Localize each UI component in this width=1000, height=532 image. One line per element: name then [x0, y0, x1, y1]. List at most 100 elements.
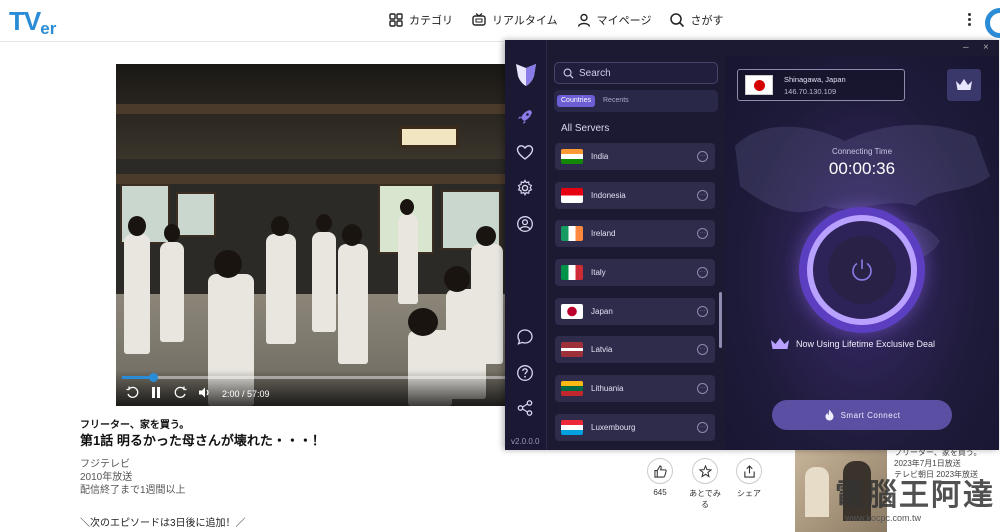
- server-item-lithuania[interactable]: Lithuania ···: [555, 375, 715, 402]
- video-scene-person: [124, 234, 150, 354]
- series-title[interactable]: フリーター、家を買う。: [80, 416, 189, 431]
- server-name: Luxembourg: [591, 423, 636, 432]
- minimize-icon[interactable]: –: [963, 42, 969, 53]
- account-icon[interactable]: [516, 215, 534, 233]
- nav-realtime[interactable]: リアルタイム: [471, 12, 558, 28]
- recommended-line: 2023年7月1日放送: [894, 459, 961, 468]
- video-scene-head: [271, 216, 289, 236]
- app-version: v2.0.0.0: [511, 437, 540, 446]
- server-name: India: [591, 152, 609, 161]
- video-scene-head: [444, 266, 470, 292]
- playback-time: 2:00 / 57:09: [222, 389, 270, 399]
- heart-icon[interactable]: [516, 144, 534, 162]
- more-options-icon[interactable]: ···: [697, 383, 708, 394]
- like-button[interactable]: 645: [643, 458, 677, 497]
- server-search[interactable]: [554, 62, 718, 84]
- server-item-japan[interactable]: Japan ···: [555, 298, 715, 325]
- close-icon[interactable]: ×: [983, 42, 989, 53]
- video-scene-head: [342, 224, 362, 246]
- smart-connect-label: Smart Connect: [840, 410, 901, 420]
- nav-mypage[interactable]: マイページ: [576, 12, 652, 28]
- search-input[interactable]: [579, 66, 709, 81]
- more-options-icon[interactable]: ···: [697, 190, 708, 201]
- nav-category-label: カテゴリ: [409, 15, 453, 27]
- more-menu-icon[interactable]: [965, 12, 973, 30]
- server-item-luxembourg[interactable]: Luxembourg ···: [555, 414, 715, 441]
- search-icon: [670, 13, 685, 28]
- share-icon: [743, 464, 755, 478]
- more-options-icon[interactable]: ···: [697, 344, 708, 355]
- server-name: Lithuania: [591, 384, 624, 393]
- more-options-icon[interactable]: ···: [697, 306, 708, 317]
- japan-flag-icon: [745, 75, 773, 95]
- seek-bar-handle[interactable]: [148, 373, 158, 382]
- power-icon: [852, 259, 872, 281]
- premium-button[interactable]: [947, 69, 981, 101]
- rewind-10-icon[interactable]: [126, 386, 139, 402]
- forward-10-icon[interactable]: [174, 386, 187, 402]
- video-scene-head: [476, 226, 496, 246]
- nav-search-label: さがす: [690, 15, 724, 27]
- smart-connect-button[interactable]: Smart Connect: [772, 400, 952, 430]
- more-options-icon[interactable]: ···: [697, 422, 708, 433]
- video-scene-person: [266, 234, 296, 344]
- indonesia-flag-icon: [561, 188, 583, 203]
- user-icon: [577, 13, 590, 27]
- more-options-icon[interactable]: ···: [697, 228, 708, 239]
- volume-icon[interactable]: [198, 386, 211, 402]
- server-item-italy[interactable]: Italy ···: [555, 259, 715, 286]
- help-icon[interactable]: [516, 364, 534, 382]
- crown-icon: [956, 79, 972, 90]
- lithuania-flag-icon: [561, 381, 583, 396]
- share-network-icon[interactable]: [516, 399, 534, 417]
- nav-mypage-label: マイページ: [596, 15, 652, 27]
- video-scene-head: [400, 199, 414, 215]
- video-scene-head: [408, 308, 438, 336]
- power-core: [828, 236, 896, 304]
- tver-logo[interactable]: TVer: [9, 6, 57, 38]
- video-scene-person: [312, 232, 336, 332]
- seek-bar[interactable]: [122, 373, 506, 382]
- nav-search[interactable]: さがす: [669, 12, 723, 28]
- video-scene-person: [338, 244, 368, 364]
- crown-icon: [771, 338, 789, 349]
- all-servers-heading: All Servers: [561, 123, 610, 134]
- more-options-icon[interactable]: ···: [697, 151, 708, 162]
- server-item-ireland[interactable]: Ireland ···: [555, 220, 715, 247]
- italy-flag-icon: [561, 265, 583, 280]
- episode-title: 第1話 明るかった母さんが壊れた・・・！: [80, 433, 325, 448]
- share-button[interactable]: シェア: [732, 458, 766, 499]
- chat-icon[interactable]: [516, 328, 534, 346]
- more-options-icon[interactable]: ···: [697, 267, 708, 278]
- rocket-icon[interactable]: [516, 108, 534, 126]
- server-item-indonesia[interactable]: Indonesia ···: [555, 182, 715, 209]
- logo-sub: er: [40, 19, 57, 38]
- server-item-latvia[interactable]: Latvia ···: [555, 336, 715, 363]
- deal-text: Now Using Lifetime Exclusive Deal: [796, 339, 936, 349]
- video-scene-person: [398, 214, 418, 304]
- pause-icon[interactable]: [150, 386, 162, 402]
- next-episode-notice: ＼次のエピソードは3日後に追加！／: [80, 518, 246, 529]
- server-item-india[interactable]: India ···: [555, 143, 715, 170]
- server-tabs: Countries Recents: [554, 90, 718, 112]
- server-name: Italy: [591, 268, 606, 277]
- gear-icon[interactable]: [516, 179, 534, 197]
- tab-recents[interactable]: Recents: [599, 95, 633, 107]
- avatar[interactable]: [985, 8, 1000, 38]
- current-location[interactable]: Shinagawa, Japan 146.70.130.109: [737, 69, 905, 101]
- logo-main: TV: [9, 6, 41, 36]
- power-ring: [807, 215, 917, 325]
- watch-later-label: あとでみる: [689, 489, 721, 509]
- luxembourg-flag-icon: [561, 420, 583, 435]
- deal-banner: Now Using Lifetime Exclusive Deal: [770, 336, 935, 352]
- nav-category[interactable]: カテゴリ: [388, 12, 453, 28]
- server-list-scrollbar[interactable]: [719, 292, 722, 348]
- video-scene-lamp: [399, 126, 459, 148]
- india-flag-icon: [561, 149, 583, 164]
- power-button[interactable]: [799, 207, 925, 333]
- tab-countries[interactable]: Countries: [557, 95, 595, 107]
- location-ip: 146.70.130.109: [784, 87, 837, 96]
- watermark-url: www.kocpc.com.tw: [845, 513, 922, 523]
- watch-later-button[interactable]: あとでみる: [688, 458, 722, 510]
- video-player[interactable]: [116, 64, 506, 406]
